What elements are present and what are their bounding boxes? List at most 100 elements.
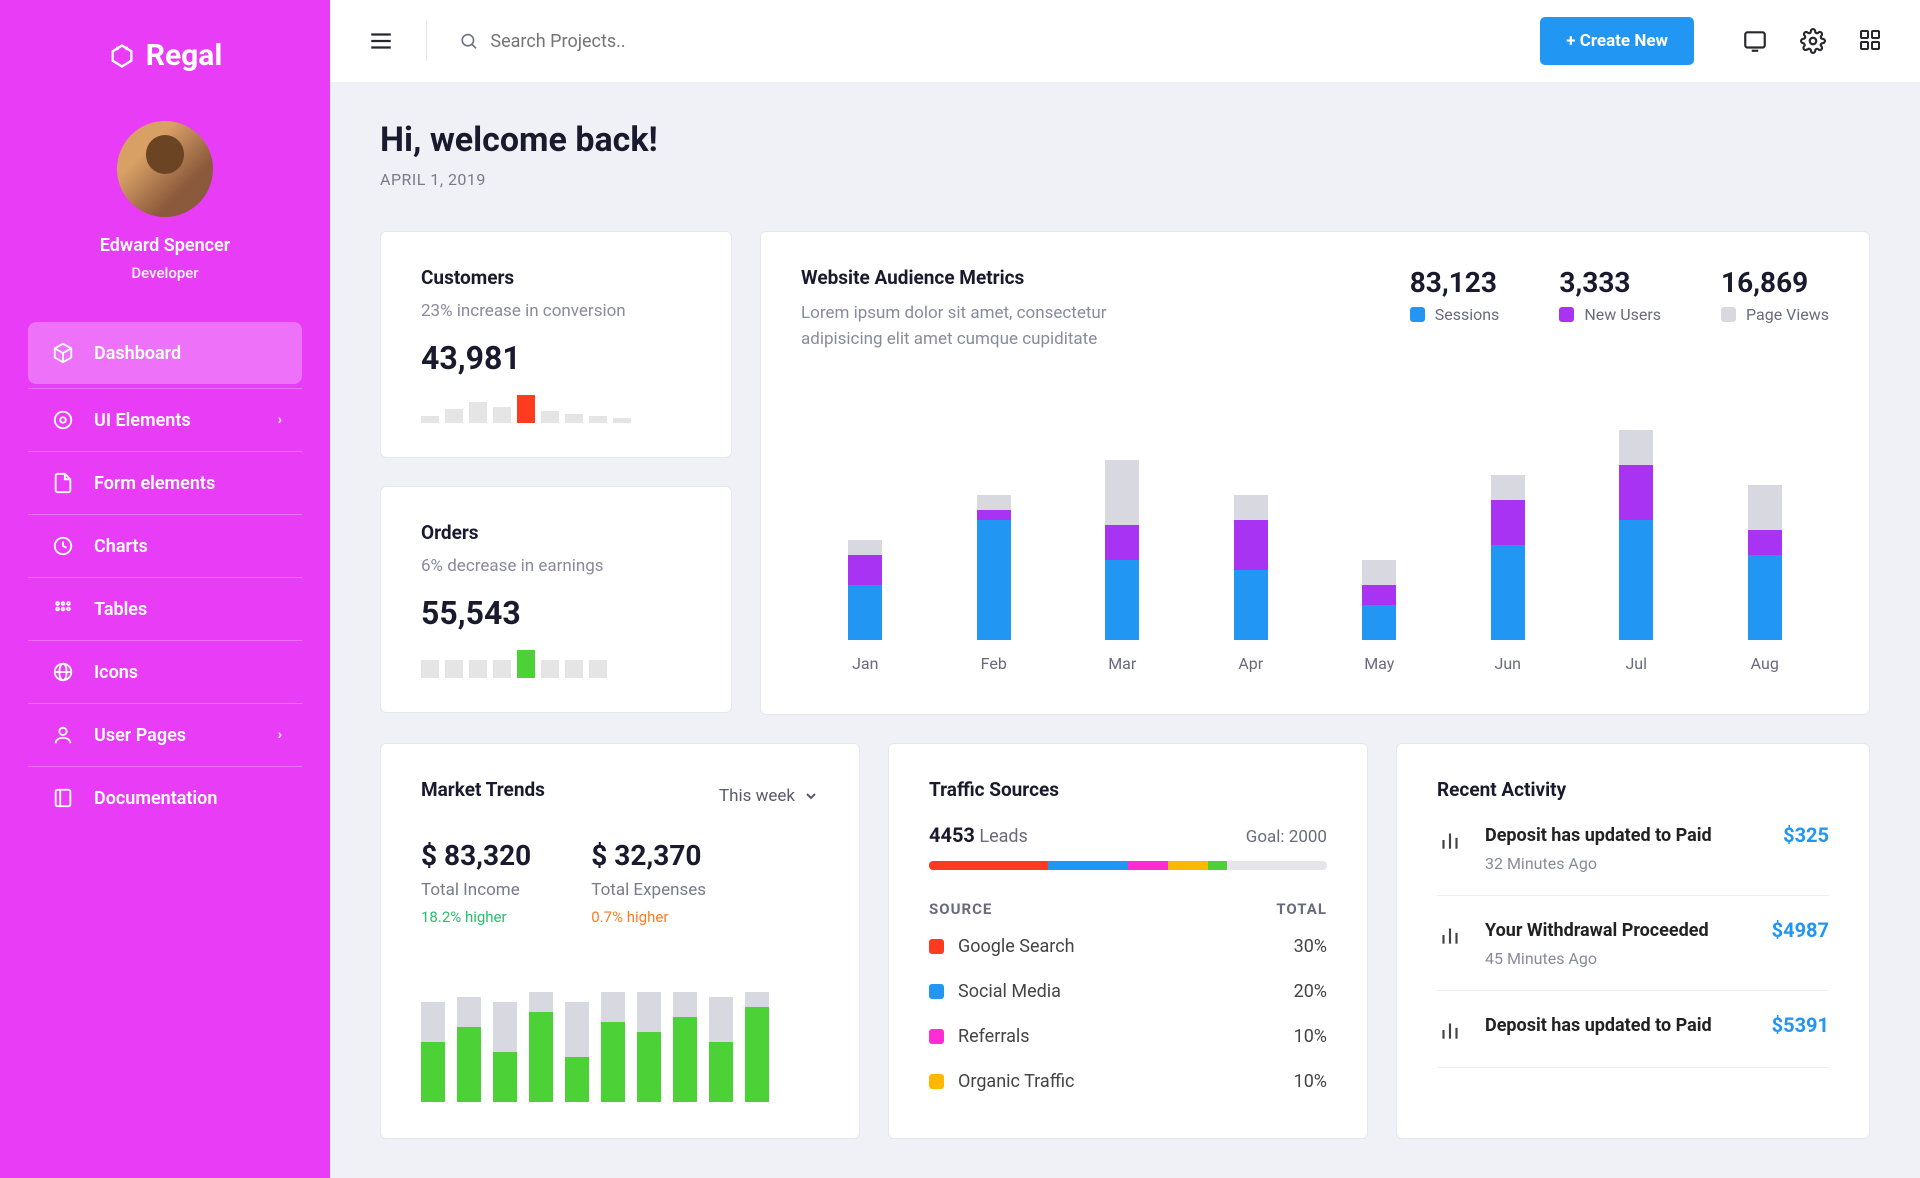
brand-name: Regal [146, 38, 223, 73]
stacked-bar [1491, 420, 1525, 640]
source-row: Google Search30% [929, 924, 1327, 969]
sidebar-item-charts[interactable]: Charts [28, 515, 302, 578]
trends-bar [421, 962, 445, 1102]
expenses-label: Total Expenses [591, 880, 706, 900]
gear-icon[interactable] [1800, 28, 1826, 54]
bar-segment [1619, 465, 1653, 520]
stat-value: 83,123 [1410, 266, 1500, 299]
search[interactable] [459, 31, 1516, 52]
sidebar-item-label: Icons [94, 662, 138, 683]
month-label: Jul [1625, 654, 1647, 673]
audience-month-col: Jan [801, 420, 930, 680]
trends-bar [745, 962, 769, 1102]
trends-bar [601, 962, 625, 1102]
month-label: Feb [981, 654, 1007, 673]
activity-item-time: 32 Minutes Ago [1485, 854, 1761, 873]
sidebar-item-label: Tables [94, 599, 147, 620]
sidebar-item-dashboard[interactable]: Dashboard [28, 322, 302, 384]
activity-item-time: 45 Minutes Ago [1485, 949, 1750, 968]
bar-segment [1105, 460, 1139, 525]
audience-title: Website Audience Metrics [801, 266, 1161, 289]
bar-segment [977, 520, 1011, 640]
bar-segment [1619, 430, 1653, 465]
source-dot [929, 1029, 944, 1044]
expenses-value: $ 32,370 [591, 839, 706, 872]
search-icon [459, 31, 478, 51]
bar-segment [1748, 555, 1782, 640]
grid-icon [52, 598, 74, 620]
page-title: Hi, welcome back! [380, 120, 1870, 160]
book-icon [52, 787, 74, 809]
trends-dropdown-label: This week [719, 786, 795, 806]
bar-segment [1491, 475, 1525, 500]
cube-icon [52, 342, 74, 364]
trends-bar [457, 962, 481, 1102]
trends-dropdown[interactable]: This week [719, 786, 819, 806]
topbar-actions [1742, 28, 1882, 54]
sidebar-item-documentation[interactable]: Documentation [28, 767, 302, 829]
stacked-bar [1748, 420, 1782, 640]
trends-card: Market Trends This week $ 83,320 Total I… [380, 743, 860, 1139]
sidebar-item-label: UI Elements [94, 410, 191, 431]
customers-sparkline [421, 395, 691, 423]
trends-bar [493, 962, 517, 1102]
legend-dot [1721, 307, 1736, 322]
bar-segment [1105, 525, 1139, 560]
audience-month-col: Feb [930, 420, 1059, 680]
source-name: Referrals [958, 1026, 1030, 1047]
brand-icon [108, 42, 136, 70]
source-dot [929, 939, 944, 954]
activity-item-amount: $325 [1783, 823, 1829, 873]
month-label: Mar [1108, 654, 1136, 673]
sidebar-item-ui-elements[interactable]: UI Elements› [28, 388, 302, 452]
sidebar-item-form-elements[interactable]: Form elements [28, 452, 302, 515]
sidebar-item-icons[interactable]: Icons [28, 641, 302, 704]
topbar: + Create New [330, 0, 1920, 82]
source-pct: 10% [1294, 1026, 1327, 1047]
stat-label: Page Views [1721, 305, 1829, 324]
bar-segment [848, 585, 882, 640]
trends-bar [709, 962, 733, 1102]
source-row: Organic Traffic10% [929, 1059, 1327, 1104]
sidebar-item-tables[interactable]: Tables [28, 578, 302, 641]
month-label: May [1364, 654, 1394, 673]
activity-item: Deposit has updated to Paid32 Minutes Ag… [1437, 813, 1829, 896]
sparkline-bar [565, 414, 583, 423]
target-icon [52, 409, 74, 431]
trends-bar [637, 962, 661, 1102]
sparkline-bar [445, 409, 463, 423]
month-label: Apr [1238, 654, 1263, 673]
source-dot [929, 1074, 944, 1089]
sidebar-item-user-pages[interactable]: User Pages› [28, 704, 302, 767]
avatar[interactable] [117, 121, 213, 217]
menu-icon[interactable] [368, 28, 394, 54]
orders-sub: 6% decrease in earnings [421, 556, 691, 576]
chart-icon [1437, 827, 1463, 853]
main: + Create New Hi, welcome back! APRIL 1, … [330, 0, 1920, 1178]
bar-segment [1748, 485, 1782, 530]
apps-icon[interactable] [1858, 28, 1882, 52]
source-row: Referrals 10% [929, 1014, 1327, 1059]
chevron-down-icon [803, 788, 819, 804]
sparkline-bar [421, 660, 439, 678]
stacked-bar [1234, 420, 1268, 640]
search-input[interactable] [490, 31, 1516, 52]
stat-label: Sessions [1410, 305, 1500, 324]
source-name: Google Search [958, 936, 1075, 957]
orders-card: Orders 6% decrease in earnings 55,543 [380, 486, 732, 713]
audience-month-col: Jul [1572, 420, 1701, 680]
orders-title: Orders [421, 521, 691, 544]
audience-stats: 83,123Sessions3,333New Users16,869Page V… [1410, 266, 1829, 370]
bar-segment [1491, 500, 1525, 545]
create-button[interactable]: + Create New [1540, 17, 1694, 65]
content: Hi, welcome back! APRIL 1, 2019 Customer… [330, 82, 1920, 1178]
brand[interactable]: Regal [0, 20, 330, 91]
traffic-goal: Goal: 2000 [1246, 827, 1327, 847]
activity-item-amount: $5391 [1772, 1013, 1829, 1044]
cast-icon[interactable] [1742, 28, 1768, 54]
progress-segment [1208, 861, 1228, 870]
legend-dot [1410, 307, 1425, 322]
audience-month-col: May [1315, 420, 1444, 680]
traffic-leads: 4453 Leads [929, 823, 1028, 847]
progress-segment [1048, 861, 1128, 870]
